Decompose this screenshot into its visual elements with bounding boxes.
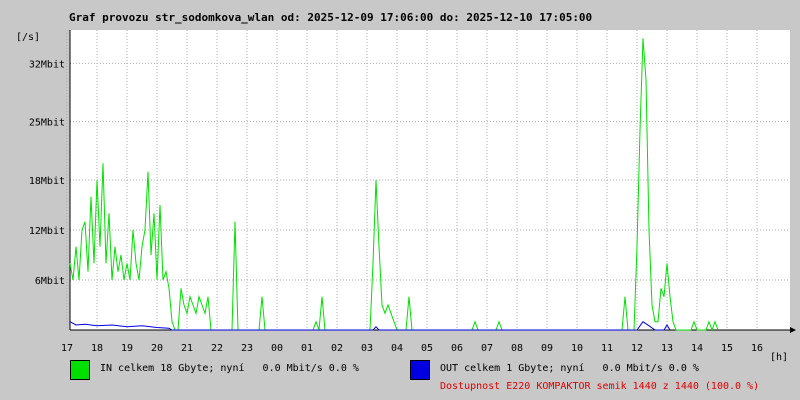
y-tick-label: 18Mbit <box>29 176 65 187</box>
x-tick-label: 18 <box>91 343 103 354</box>
x-tick-label: 01 <box>301 343 313 354</box>
x-tick-label: 22 <box>211 343 223 354</box>
x-tick-label: 05 <box>421 343 433 354</box>
y-tick-label: 12Mbit <box>29 226 65 237</box>
x-tick-label: 17 <box>61 343 73 354</box>
x-tick-label: 10 <box>571 343 583 354</box>
x-tick-label: 23 <box>241 343 253 354</box>
legend-in-text: IN celkem 18 Gbyte; nyní 0.0 Mbit/s 0.0 … <box>100 363 359 374</box>
x-tick-label: 14 <box>691 343 703 354</box>
x-tick-label: 16 <box>751 343 763 354</box>
x-tick-label: 00 <box>271 343 283 354</box>
x-tick-label: 21 <box>181 343 193 354</box>
x-tick-label: 07 <box>481 343 493 354</box>
y-tick-label: 6Mbit <box>35 276 65 287</box>
x-tick-label: 12 <box>631 343 643 354</box>
x-axis-arrow <box>790 327 796 333</box>
legend-out-text: OUT celkem 1 Gbyte; nyní 0.0 Mbit/s 0.0 … <box>440 363 699 374</box>
legend-in-swatch <box>70 360 90 380</box>
x-tick-label: 03 <box>361 343 373 354</box>
x-tick-label: 06 <box>451 343 463 354</box>
x-tick-label: 13 <box>661 343 673 354</box>
x-tick-label: 20 <box>151 343 163 354</box>
chart-plot: 18 19 20 21 22 23 00 01 02 03 04 05 06 07 08 09 10 11 12 13… <box>29 30 796 354</box>
x-tick-label: 15 <box>721 343 733 354</box>
x-tick-label: 11 <box>601 343 613 354</box>
x-tick-label: 19 <box>121 343 133 354</box>
x-tick-label: 09 <box>541 343 553 354</box>
chart-page: { "chart_data": { "type": "line", "title… <box>0 0 800 400</box>
y-tick-label: 25Mbit <box>29 118 65 129</box>
legend-out-swatch <box>410 360 430 380</box>
x-tick-label: 04 <box>391 343 403 354</box>
x-tick-label: 02 <box>331 343 343 354</box>
availability-text: Dostupnost E220 KOMPAKTOR semik 1440 z 1… <box>440 381 760 392</box>
y-tick-label: 32Mbit <box>29 59 65 70</box>
x-tick-label: 08 <box>511 343 523 354</box>
